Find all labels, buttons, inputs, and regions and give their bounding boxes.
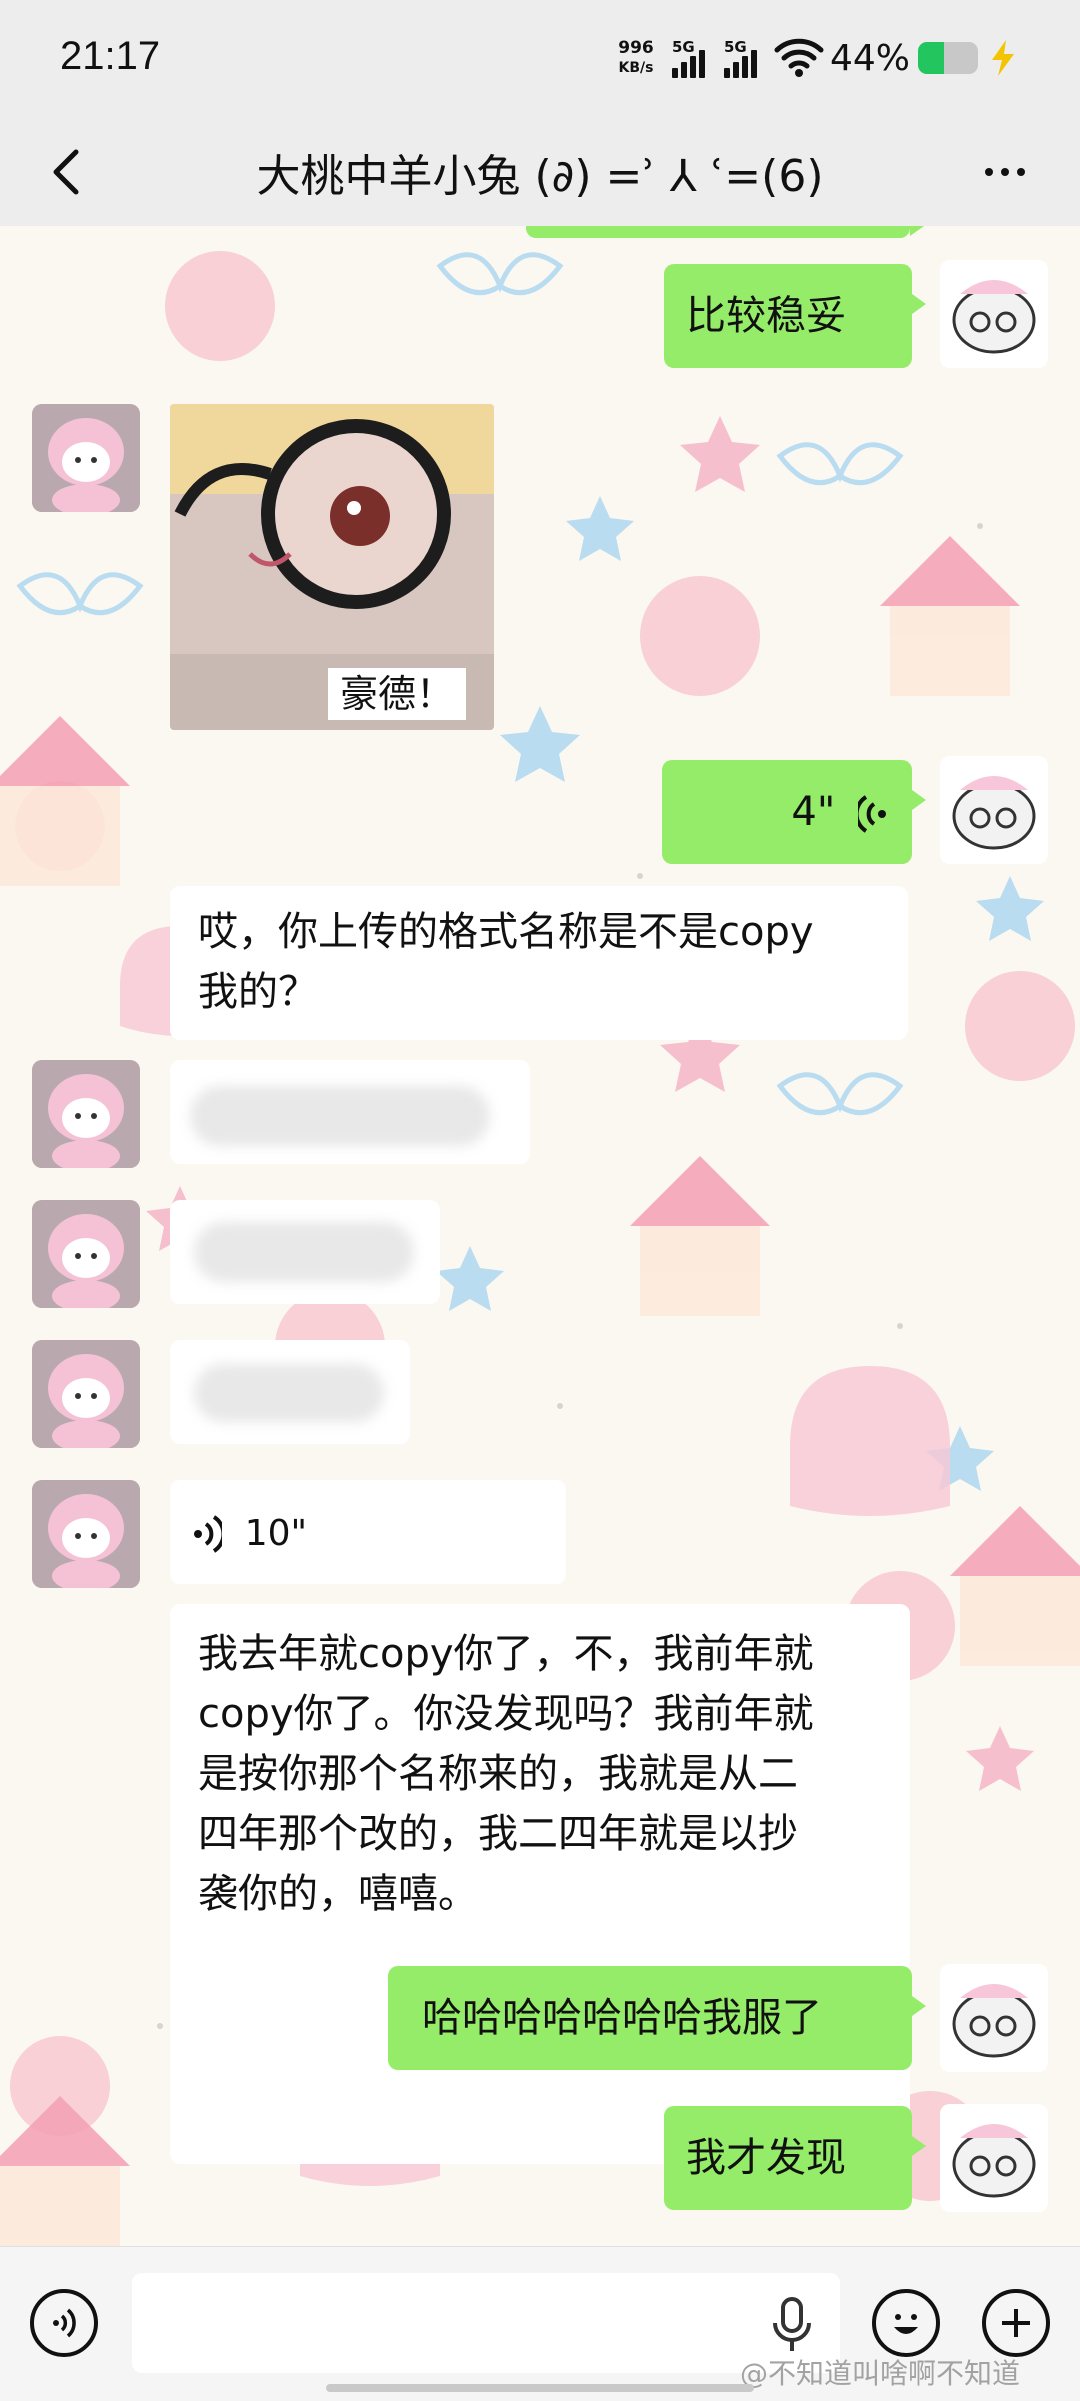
message-bubble-me[interactable]: 哈哈哈哈哈哈哈我服了 xyxy=(388,1966,926,2070)
message-text-line: copy你了。你没发现吗？我前年就 xyxy=(198,1691,814,1737)
signal-label-2: 5G xyxy=(724,38,747,56)
avatar-other[interactable] xyxy=(32,1480,140,1588)
sticker-caption: 豪德！ xyxy=(328,668,467,720)
signal-icon: 5G xyxy=(672,38,716,78)
network-speed-unit: KB/s xyxy=(618,60,654,76)
watermark: @不知道叫啥啊不知道 xyxy=(740,2357,1021,2390)
emoji-glyph xyxy=(894,2314,918,2334)
avatar-other-image xyxy=(32,1480,140,1588)
network-speed: 996 KB/s xyxy=(606,38,666,78)
voice-mode-icon[interactable] xyxy=(30,2289,98,2357)
avatar-other-image xyxy=(32,404,140,512)
avatar-other-image xyxy=(32,1060,140,1168)
sticker-image[interactable]: 豪德！ xyxy=(170,404,494,730)
avatar-other-image xyxy=(32,1340,140,1448)
message-bubble-other[interactable]: 哎，你上传的格式名称是不是copy 我的？ xyxy=(170,886,908,1040)
plus-icon[interactable] xyxy=(982,2289,1050,2357)
avatar-me[interactable] xyxy=(940,260,1048,368)
message-bubble-other[interactable]: 我去年就copy你了，不，我前年就 copy你了。你没发现吗？我前年就 是按你那… xyxy=(170,1604,910,2164)
message-bubble-me[interactable]: 我才发现 xyxy=(664,2106,926,2210)
more-dots-icon[interactable] xyxy=(975,142,1035,202)
voice-message-other[interactable]: 10" xyxy=(170,1480,566,1584)
redacted-blur xyxy=(190,1086,490,1146)
avatar-me[interactable] xyxy=(940,2104,1048,2212)
microphone-icon[interactable] xyxy=(770,2295,814,2355)
message-text-line: 四年那个改的，我二四年就是以抄 xyxy=(198,1811,798,1857)
battery-icon xyxy=(918,42,978,74)
emoji-icon[interactable] xyxy=(872,2289,940,2357)
voice-wave-icon xyxy=(854,795,886,833)
message-text: 我才发现 xyxy=(686,2135,846,2181)
message-text: 哈哈哈哈哈哈哈我服了 xyxy=(422,1995,822,2041)
voice-duration: 10" xyxy=(244,1513,308,1554)
message-bubble-redacted[interactable] xyxy=(170,1340,410,1444)
voice-wave-icon xyxy=(194,1515,226,1553)
message-text-line: 是按你那个名称来的，我就是从二 xyxy=(198,1751,798,1797)
avatar-me-image xyxy=(940,260,1048,368)
plus-glyph xyxy=(1002,2309,1030,2337)
charging-bolt-icon xyxy=(992,40,1014,76)
message-input[interactable] xyxy=(132,2273,840,2373)
battery-percent: 44% xyxy=(830,38,911,79)
avatar-me-image xyxy=(940,2104,1048,2212)
chat-header: 大桃中羊小兔 (∂) =ʾ ⅄ ʿ=(6) xyxy=(0,120,1080,226)
voice-mode-glyph xyxy=(53,2308,76,2338)
signal-label: 5G xyxy=(672,38,695,56)
message-bubble-clipped[interactable] xyxy=(526,226,924,238)
message-bubble-redacted[interactable] xyxy=(170,1200,440,1304)
avatar-me-image xyxy=(940,1964,1048,2072)
status-bar: 21:17 996 KB/s 5G 5G 44% xyxy=(0,0,1080,120)
avatar-me-image xyxy=(940,756,1048,864)
avatar-other-image xyxy=(32,1200,140,1308)
home-indicator[interactable] xyxy=(326,2384,754,2392)
message-text: 比较稳妥 xyxy=(686,293,846,339)
avatar-other[interactable] xyxy=(32,1200,140,1308)
message-text-line: 袭你的，嘻嘻。 xyxy=(198,1871,478,1917)
battery-fill xyxy=(918,42,945,74)
avatar-other[interactable] xyxy=(32,1340,140,1448)
avatar-other[interactable] xyxy=(32,1060,140,1168)
message-text-line: 我去年就copy你了，不，我前年就 xyxy=(198,1631,814,1677)
message-bubble-me[interactable]: 比较稳妥 xyxy=(664,264,926,368)
message-text-line: 我的？ xyxy=(198,969,318,1015)
status-time: 21:17 xyxy=(60,34,161,78)
chat-title: 大桃中羊小兔 (∂) =ʾ ⅄ ʿ=(6) xyxy=(256,151,824,202)
voice-duration: 4" xyxy=(791,789,836,835)
redacted-blur xyxy=(194,1222,414,1282)
voice-message-me[interactable]: 4" xyxy=(662,760,926,864)
chat-area[interactable]: 比较稳妥 豪德！ 4" 哎，你上传的格式名称是不是copy 我的？ 10" 我去… xyxy=(0,226,1080,2246)
signal-icon-2: 5G xyxy=(724,38,768,78)
avatar-me[interactable] xyxy=(940,1964,1048,2072)
network-speed-value: 996 xyxy=(618,38,654,58)
redacted-blur xyxy=(194,1364,384,1422)
chevron-left-icon[interactable] xyxy=(38,142,98,202)
message-text-line: 哎，你上传的格式名称是不是copy xyxy=(198,909,814,955)
avatar-other[interactable] xyxy=(32,404,140,512)
avatar-me[interactable] xyxy=(940,756,1048,864)
message-bubble-redacted[interactable] xyxy=(170,1060,530,1164)
wifi-icon xyxy=(774,38,824,77)
